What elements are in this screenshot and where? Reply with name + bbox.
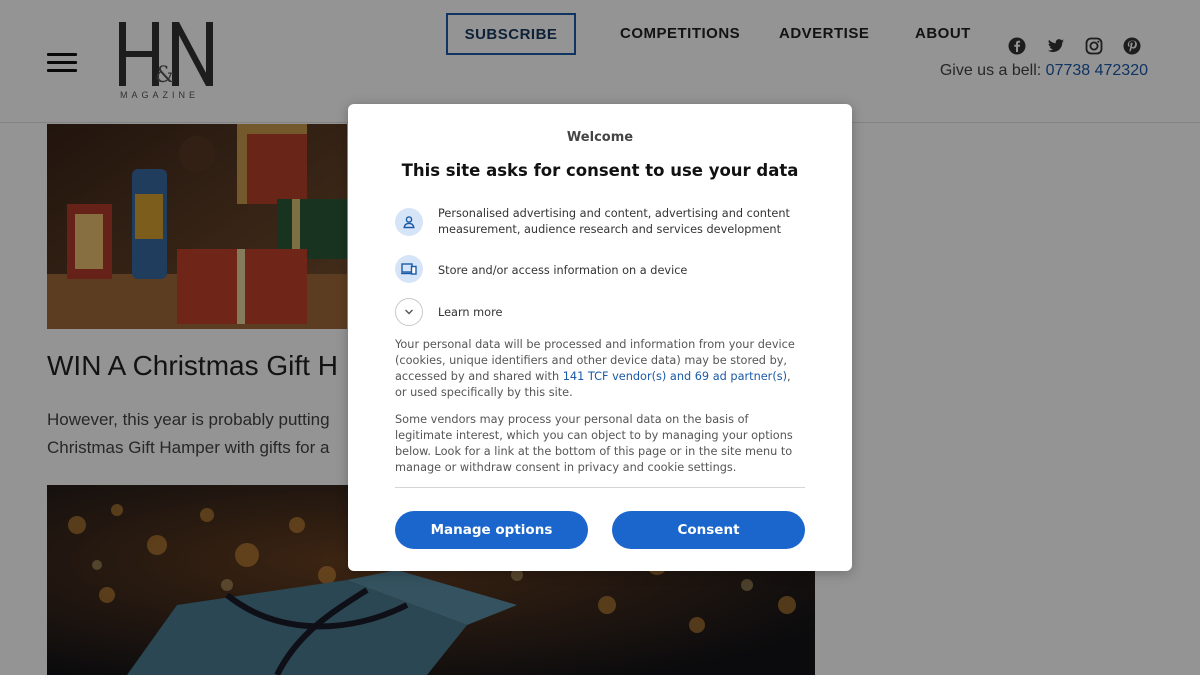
- learn-more-label[interactable]: Learn more: [438, 305, 818, 321]
- dialog-title: This site asks for consent to use your d…: [401, 161, 799, 180]
- chevron-down-icon[interactable]: [395, 298, 423, 326]
- data-processing-notice: Your personal data will be processed and…: [395, 337, 805, 401]
- dialog-divider: [395, 487, 805, 488]
- manage-options-button[interactable]: Manage options: [395, 511, 588, 549]
- devices-icon: [395, 255, 423, 283]
- consent-dialog: Welcome This site asks for consent to us…: [348, 104, 852, 571]
- purpose-text: Store and/or access information on a dev…: [438, 264, 688, 277]
- vendors-link[interactable]: 141 TCF vendor(s) and 69 ad partner(s): [563, 370, 787, 383]
- person-icon: [395, 208, 423, 236]
- purpose-text: Personalised advertising and content, ad…: [438, 207, 790, 236]
- legitimate-interest-notice: Some vendors may process your personal d…: [395, 413, 793, 474]
- dialog-welcome: Welcome: [566, 130, 634, 145]
- consent-button[interactable]: Consent: [612, 511, 805, 549]
